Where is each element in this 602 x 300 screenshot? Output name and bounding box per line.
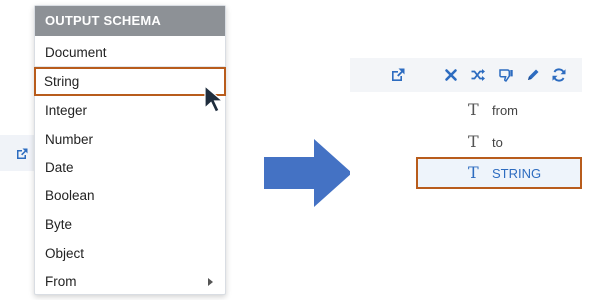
- shuffle-icon[interactable]: [470, 67, 486, 83]
- refresh-icon[interactable]: [551, 67, 567, 83]
- menu-item-boolean[interactable]: Boolean: [35, 181, 225, 210]
- menu-item-byte[interactable]: Byte: [35, 210, 225, 239]
- menu-item-string[interactable]: String: [34, 67, 226, 96]
- output-schema-menu: OUTPUT SCHEMA Document String Integer Nu…: [34, 5, 226, 295]
- transition-arrow-icon: [264, 139, 352, 207]
- text-type-icon: T: [468, 163, 479, 182]
- thumbs-down-icon[interactable]: [498, 67, 514, 83]
- tree-item-label: to: [492, 135, 503, 150]
- text-type-icon: T: [468, 132, 479, 151]
- tree-toolbar: [350, 58, 582, 92]
- mouse-cursor-icon: [204, 84, 225, 113]
- chevron-right-icon: [208, 278, 213, 286]
- menu-item-number[interactable]: Number: [35, 125, 225, 154]
- menu-item-document[interactable]: Document: [35, 38, 225, 67]
- pencil-icon[interactable]: [525, 67, 541, 83]
- text-type-icon: T: [468, 100, 479, 119]
- menu-item-from[interactable]: From: [35, 267, 225, 296]
- tree-item-string[interactable]: T STRING: [468, 161, 541, 185]
- tree-item-to[interactable]: Tto: [468, 130, 503, 154]
- menu-item-integer[interactable]: Integer: [35, 96, 225, 125]
- menu-item-date[interactable]: Date: [35, 153, 225, 182]
- menu-item-label: From: [45, 274, 77, 289]
- menu-item-object[interactable]: Object: [35, 239, 225, 268]
- tree-item-label: STRING: [492, 166, 542, 181]
- external-link-icon[interactable]: [390, 67, 406, 83]
- tree-item-from[interactable]: Tfrom: [468, 98, 518, 122]
- external-link-icon[interactable]: [15, 147, 29, 161]
- menu-header: OUTPUT SCHEMA: [35, 6, 225, 36]
- tree-item-label: from: [492, 103, 518, 118]
- close-icon[interactable]: [443, 67, 459, 83]
